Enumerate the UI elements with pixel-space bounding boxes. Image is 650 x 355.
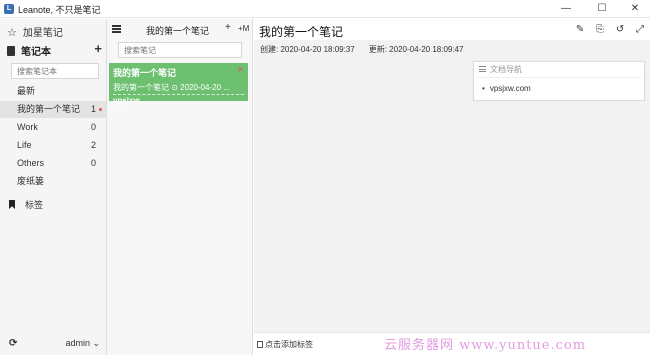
sync-icon[interactable]: ⟳ bbox=[9, 338, 17, 349]
note-search-input[interactable] bbox=[118, 42, 242, 58]
bookmark-icon bbox=[9, 200, 15, 209]
document-outline-panel: 文档导航 vpsjxw.com bbox=[473, 61, 645, 101]
outline-title: 文档导航 bbox=[490, 65, 522, 74]
sidebar-item-latest[interactable]: 最新 bbox=[0, 83, 106, 100]
note-list-header: 我的第一个笔记 + +M bbox=[107, 19, 253, 39]
sidebar-item-others[interactable]: Others 0 bbox=[0, 155, 106, 172]
notebook-search-input[interactable] bbox=[11, 63, 99, 79]
sidebar-item-count: 2 bbox=[90, 140, 96, 150]
title-bar: L Leanote, 不只是笔记 — ☐ ✕ bbox=[0, 0, 650, 18]
editor-content-area[interactable]: 文档导航 vpsjxw.com bbox=[254, 58, 650, 332]
note-card[interactable]: 我的第一个笔记 ✕ 我的第一个笔记 ⊙ 2020-04-20 ... vpsjx… bbox=[109, 63, 248, 105]
sidebar-item-label: 最新 bbox=[17, 86, 36, 96]
sidebar-item-label: Others bbox=[17, 158, 45, 168]
edit-icon[interactable]: ✎ bbox=[576, 24, 584, 35]
sidebar-item-trash[interactable]: 废纸篓 bbox=[0, 173, 106, 190]
note-meta-bar: 创建: 2020-04-20 18:09:37 更新: 2020-04-20 18… bbox=[254, 40, 650, 58]
outline-divider bbox=[477, 77, 641, 78]
note-list-panel: 我的第一个笔记 + +M 我的第一个笔记 ✕ 我的第一个笔记 ⊙ 2020-04… bbox=[107, 19, 253, 355]
note-card-meta: 我的第一个笔记 ⊙ 2020-04-20 ... bbox=[113, 82, 244, 95]
updated-time: 更新: 2020-04-20 18:09:47 bbox=[368, 45, 464, 54]
tag-icon bbox=[257, 341, 263, 348]
sidebar-item-label: Work bbox=[17, 122, 38, 132]
add-tag-label: 点击添加标签 bbox=[265, 340, 313, 349]
window-title: Leanote, 不只是笔记 bbox=[18, 5, 101, 15]
current-notebook-title: 我的第一个笔记 bbox=[146, 26, 210, 36]
maximize-button[interactable]: ☐ bbox=[591, 1, 613, 17]
attachment-icon[interactable]: ⎘ bbox=[596, 24, 604, 35]
outline-icon bbox=[479, 66, 486, 72]
tags-label: 标签 bbox=[25, 200, 44, 210]
starred-notes-label: 加星笔记 bbox=[22, 28, 63, 39]
notebook-header: 笔记本 + bbox=[7, 41, 102, 58]
fullscreen-icon[interactable]: ⤢ bbox=[636, 24, 644, 35]
new-note-button[interactable]: + bbox=[225, 22, 231, 33]
add-notebook-button[interactable]: + bbox=[94, 41, 102, 56]
notebook-header-label: 笔记本 bbox=[21, 47, 51, 58]
close-button[interactable]: ✕ bbox=[624, 1, 646, 17]
outline-header: 文档导航 bbox=[479, 64, 522, 75]
minimize-button[interactable]: — bbox=[555, 1, 577, 17]
history-icon[interactable]: ↺ bbox=[616, 24, 624, 35]
delete-note-icon[interactable]: ✕ bbox=[237, 65, 244, 74]
sidebar-item-count: 1 bbox=[90, 104, 96, 114]
sidebar-footer: ⟳ admin ⌄ bbox=[0, 334, 106, 355]
tags-section[interactable]: 标签 bbox=[9, 198, 43, 211]
user-menu[interactable]: admin ⌄ bbox=[65, 338, 100, 349]
sidebar-item-life[interactable]: Life 2 bbox=[0, 137, 106, 154]
sidebar-item-count: 0 bbox=[90, 158, 96, 168]
note-card-title: 我的第一个笔记 bbox=[113, 68, 177, 78]
created-time: 创建: 2020-04-20 18:09:37 bbox=[260, 45, 355, 54]
tag-bar: 点击添加标签 云服务器网 www.yuntue.com bbox=[254, 332, 650, 355]
unsynced-dot-icon bbox=[99, 108, 102, 111]
watermark-text: 云服务器网 www.yuntue.com bbox=[384, 338, 587, 353]
starred-notes-link[interactable]: ☆ 加星笔记 bbox=[7, 24, 63, 39]
outline-item[interactable]: vpsjxw.com bbox=[482, 84, 531, 93]
sidebar-item-label: 我的第一个笔记 bbox=[17, 104, 81, 114]
notebook-sidebar: ☆ 加星笔记 笔记本 + 最新 我的第一个笔记 1 Work 0 Life 2 O… bbox=[0, 19, 107, 355]
note-editor: 我的第一个笔记 ✎ ⎘ ↺ ⤢ 创建: 2020-04-20 18:09:37 更… bbox=[254, 19, 650, 355]
note-title-input[interactable]: 我的第一个笔记 bbox=[259, 23, 343, 40]
add-tag-button[interactable]: 点击添加标签 bbox=[257, 339, 313, 350]
leanote-logo-icon: L bbox=[4, 4, 14, 14]
sidebar-item-count: 0 bbox=[90, 122, 96, 132]
sidebar-item-first-note[interactable]: 我的第一个笔记 1 bbox=[0, 101, 106, 118]
star-icon: ☆ bbox=[7, 27, 17, 39]
editor-toolbar: ✎ ⎘ ↺ ⤢ bbox=[567, 24, 644, 35]
sidebar-item-work[interactable]: Work 0 bbox=[0, 119, 106, 136]
notebook-icon bbox=[7, 46, 15, 56]
new-markdown-note-button[interactable]: +M bbox=[238, 24, 249, 33]
list-view-icon[interactable] bbox=[112, 25, 121, 33]
sidebar-item-label: 废纸篓 bbox=[17, 176, 45, 186]
sidebar-item-label: Life bbox=[17, 140, 32, 150]
note-card-snippet: vpsjxw bbox=[113, 96, 140, 105]
